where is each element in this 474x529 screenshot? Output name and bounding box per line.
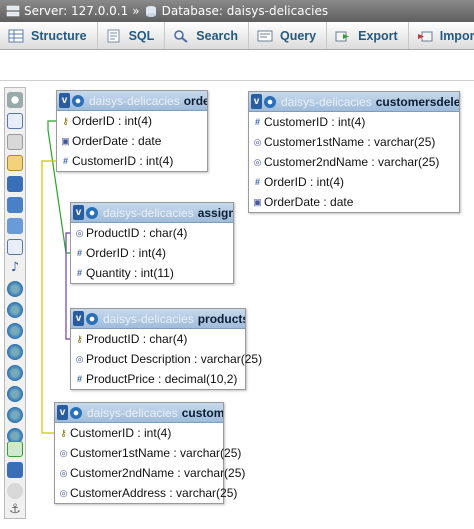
toggle-columns-button[interactable]: v xyxy=(251,94,262,109)
table-column-row[interactable]: ◎ ProductID : char(4) xyxy=(71,223,233,243)
date-field-icon: ▣ xyxy=(253,197,262,207)
table-customers[interactable]: v daisys-delicacies customers ⚷CustomerI… xyxy=(54,402,246,504)
gear-icon[interactable] xyxy=(72,94,84,107)
table-assigned[interactable]: v daisys-delicacies assigned ◎ProductID … xyxy=(70,202,234,284)
numeric-icon: # xyxy=(76,374,82,384)
gear-icon[interactable] xyxy=(264,95,276,108)
table-column-row[interactable]: ◎ Customer2ndName : varchar(25) xyxy=(249,152,459,172)
table-column-row[interactable]: # ProductPrice : decimal(10,2) xyxy=(71,369,245,389)
table-column-row[interactable]: ⚷ CustomerID : int(4) xyxy=(55,423,223,443)
numeric-icon: # xyxy=(76,268,82,278)
table-name: assigned xyxy=(197,205,233,220)
text-field-icon: ◎ xyxy=(59,468,68,478)
toggle-columns-button[interactable]: v xyxy=(57,405,68,420)
table-db-name: daisys-delicacies xyxy=(89,93,180,108)
table-header[interactable]: v daisys-delicacies products xyxy=(71,309,245,329)
table-name: customersdeleted xyxy=(375,94,459,109)
table-column-row[interactable]: # OrderID : int(4) xyxy=(249,172,459,192)
text-field-icon: ◎ xyxy=(253,157,262,167)
table-name: products xyxy=(197,311,245,326)
table-column-row[interactable]: ⚷ OrderID : int(4) xyxy=(57,111,207,131)
table-orders[interactable]: v daisys-delicacies orders ⚷OrderID : in… xyxy=(56,90,208,172)
table-column-row[interactable]: ◎ Customer1stName : varchar(25) xyxy=(55,443,242,463)
text-field-icon: ◎ xyxy=(59,488,68,498)
table-db-name: daisys-delicacies xyxy=(103,205,194,220)
text-field-icon: ◎ xyxy=(253,137,262,147)
table-db-name: daisys-delicacies xyxy=(281,94,372,109)
table-header[interactable]: v daisys-delicacies assigned xyxy=(71,203,233,223)
table-customersdeleted[interactable]: v daisys-delicacies customersdeleted #Cu… xyxy=(248,91,460,213)
table-column-row[interactable]: # CustomerID : int(4) xyxy=(249,112,459,132)
table-column-row[interactable]: ▣ OrderDate : date xyxy=(57,131,207,151)
primary-key-icon: ⚷ xyxy=(62,116,69,126)
table-column-row[interactable]: ⚷ ProductID : char(4) xyxy=(71,329,245,349)
table-header[interactable]: v daisys-delicacies orders xyxy=(57,91,207,111)
numeric-icon: # xyxy=(76,248,82,258)
table-header[interactable]: v daisys-delicacies customersdeleted xyxy=(249,92,459,112)
table-db-name: daisys-delicacies xyxy=(103,311,194,326)
numeric-icon: # xyxy=(62,156,68,166)
table-db-name: daisys-delicacies xyxy=(87,405,178,420)
gear-icon[interactable] xyxy=(86,312,98,325)
gear-icon[interactable] xyxy=(70,406,82,419)
table-column-row[interactable]: ▣ OrderDate : date xyxy=(249,192,459,212)
toggle-columns-button[interactable]: v xyxy=(73,311,84,326)
toggle-columns-button[interactable]: v xyxy=(73,205,84,220)
gear-icon[interactable] xyxy=(86,206,98,219)
table-column-row[interactable]: ◎ Product Description : varchar(25) xyxy=(71,349,263,369)
text-field-icon: ◎ xyxy=(75,354,84,364)
table-column-row[interactable]: ◎ Customer1stName : varchar(25) xyxy=(249,132,459,152)
primary-key-icon: ⚷ xyxy=(76,334,83,344)
table-column-row[interactable]: # OrderID : int(4) xyxy=(71,243,233,263)
numeric-icon: # xyxy=(254,177,260,187)
text-field-icon: ◎ xyxy=(59,448,68,458)
table-header[interactable]: v daisys-delicacies customers xyxy=(55,403,223,423)
toggle-columns-button[interactable]: v xyxy=(59,93,70,108)
table-name: orders xyxy=(183,93,207,108)
table-column-row[interactable]: # Quantity : int(11) xyxy=(71,263,233,283)
text-field-icon: ◎ xyxy=(75,228,84,238)
numeric-icon: # xyxy=(254,117,260,127)
relation-line-customers-orders xyxy=(41,160,58,434)
table-column-row[interactable]: ◎ CustomerAddress : varchar(25) xyxy=(55,483,238,503)
table-products[interactable]: v daisys-delicacies products ⚷ ProductID … xyxy=(70,308,263,390)
primary-key-icon: ⚷ xyxy=(60,428,67,438)
table-column-row[interactable]: ◎ Customer2ndName : varchar(25) xyxy=(55,463,246,483)
index-icon: ▣ xyxy=(61,136,70,146)
table-column-row[interactable]: # CustomerID : int(4) xyxy=(57,151,207,171)
table-name: customers xyxy=(181,405,223,420)
